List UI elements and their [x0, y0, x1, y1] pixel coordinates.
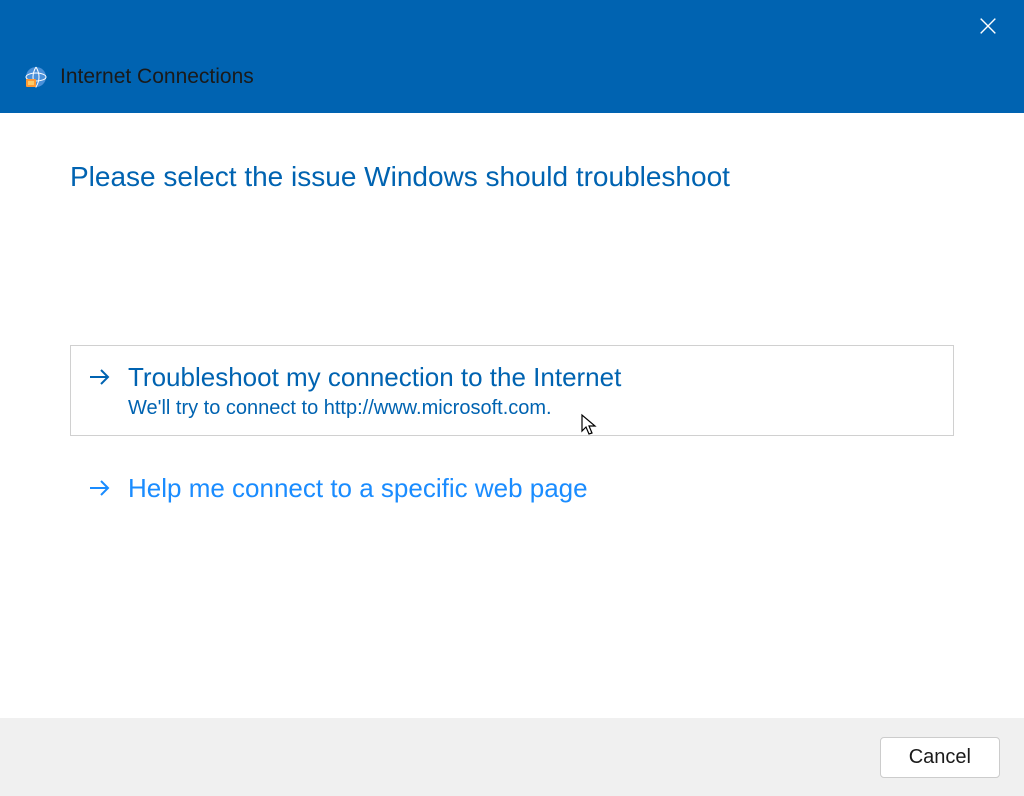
troubleshooter-icon — [24, 65, 48, 89]
footer: Cancel — [0, 718, 1024, 796]
page-heading: Please select the issue Windows should t… — [70, 161, 954, 193]
close-button[interactable] — [972, 12, 1004, 44]
option-content: Troubleshoot my connection to the Intern… — [128, 361, 936, 420]
option-specific-webpage[interactable]: Help me connect to a specific web page — [70, 456, 954, 522]
window-title: Internet Connections — [60, 65, 254, 89]
content-area: Please select the issue Windows should t… — [0, 113, 1024, 522]
close-icon — [977, 15, 999, 42]
option-title: Troubleshoot my connection to the Intern… — [128, 361, 936, 395]
option-troubleshoot-internet[interactable]: Troubleshoot my connection to the Intern… — [70, 345, 954, 436]
option-subtitle: We'll try to connect to http://www.micro… — [128, 397, 936, 420]
cancel-button[interactable]: Cancel — [880, 737, 1000, 778]
titlebar: Internet Connections — [0, 0, 1024, 113]
title-container: Internet Connections — [24, 65, 254, 89]
arrow-right-icon — [88, 478, 112, 503]
option-content: Help me connect to a specific web page — [128, 472, 936, 506]
option-title: Help me connect to a specific web page — [128, 472, 936, 506]
arrow-right-icon — [88, 367, 112, 392]
